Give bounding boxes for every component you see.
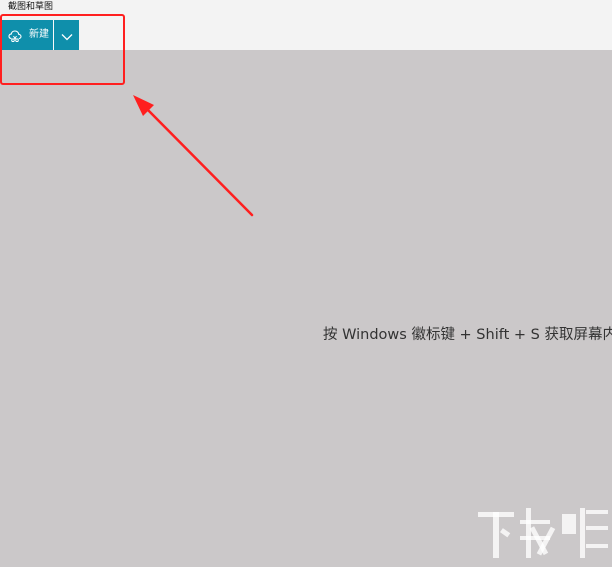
- site-watermark-logo: [478, 508, 608, 558]
- snipping-app-window: 截图和草图 新建 按 Windows 徽标键 + Shift + S 获取屏幕内…: [0, 0, 612, 567]
- app-title: 截图和草图: [8, 2, 54, 12]
- highlight-box: [0, 14, 125, 85]
- annotation-arrow: [133, 95, 254, 217]
- capture-hint: 按 Windows 徽标键 + Shift + S 获取屏幕内容: [323, 327, 612, 343]
